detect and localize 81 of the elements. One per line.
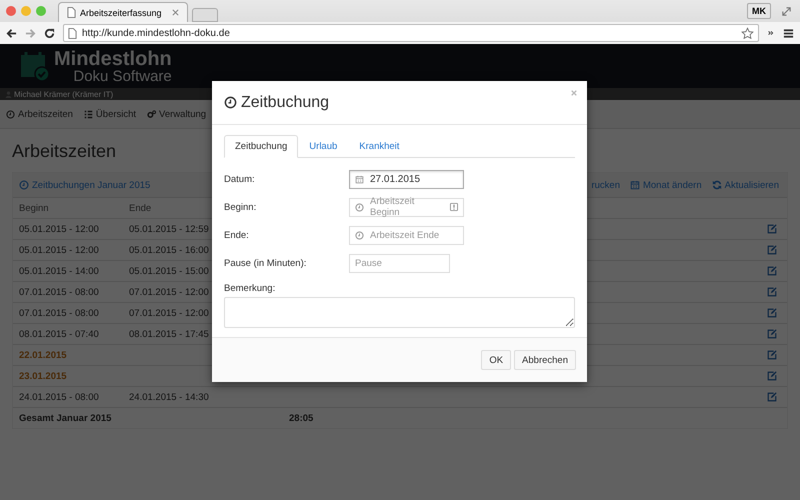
edit-icon[interactable]	[767, 287, 777, 297]
clock-icon	[224, 96, 237, 109]
edit-icon[interactable]	[767, 266, 777, 276]
list-icon	[84, 110, 93, 118]
menu-icon[interactable]	[783, 28, 794, 38]
edit-icon[interactable]	[767, 371, 777, 381]
text-area[interactable]	[224, 297, 575, 328]
field-label: Bemerkung:	[224, 283, 276, 294]
close-icon[interactable]	[571, 90, 577, 96]
table-cell-text: 05.01.2015 - 15:00	[129, 266, 210, 276]
total-value: 28:05	[289, 412, 314, 424]
edit-icon[interactable]	[767, 329, 777, 339]
new-tab-button[interactable]	[192, 8, 218, 22]
forward-icon[interactable]	[25, 28, 36, 38]
star-icon[interactable]	[741, 26, 754, 40]
table-cell-text: 22.01.2015	[19, 350, 68, 360]
time-field[interactable]: Arbeitszeit Ende	[349, 226, 464, 244]
edit-icon[interactable]	[767, 245, 777, 255]
maximize-window-icon[interactable]	[36, 6, 46, 16]
alert-icon	[450, 203, 458, 211]
table-cell-text: 07.01.2015 - 12:00	[129, 308, 210, 318]
edit-icon[interactable]	[767, 224, 777, 234]
tab[interactable]: Krankheit	[348, 135, 410, 158]
calendar-icon	[630, 180, 640, 190]
table-cell-text: 05.01.2015 - 16:00	[129, 244, 210, 256]
table-cell-text: 05.01.2015 - 12:00	[19, 224, 100, 234]
tab[interactable]: Zeitbuchung	[224, 135, 298, 158]
reload-icon[interactable]	[44, 28, 55, 38]
tab[interactable]: Urlaub	[298, 135, 348, 158]
address-bar[interactable]: http://kunde.mindestlohn-doku.de	[63, 24, 759, 42]
field-label: Datum:	[224, 174, 256, 184]
close-window-icon[interactable]	[6, 6, 16, 16]
browser-tab[interactable]: Arbeitszeiterfassung	[58, 2, 188, 22]
page-icon	[67, 7, 76, 18]
clock-icon	[6, 110, 15, 118]
logo-title: Mindestlohn	[54, 48, 172, 68]
nav-item[interactable]: Verwaltung	[147, 108, 206, 120]
chevron-icon[interactable]	[767, 29, 775, 37]
field-label: Pause (in Minuten):	[224, 258, 308, 268]
table-cell-text: 24.01.2015 - 08:00	[19, 392, 100, 402]
edit-icon[interactable]	[767, 308, 777, 318]
dialog-title: Zeitbuchung	[224, 94, 330, 112]
column-header: Beginn	[19, 202, 50, 214]
clock-icon	[355, 230, 364, 240]
input-field[interactable]: Pause	[349, 254, 450, 272]
edit-icon[interactable]	[767, 350, 777, 360]
field-label: Ende:	[224, 230, 250, 240]
nav-item[interactable]: Übersicht	[84, 108, 136, 120]
clock-icon	[355, 202, 364, 212]
panel-title: Zeitbuchungen Januar 2015	[19, 180, 150, 190]
minimize-window-icon[interactable]	[21, 6, 31, 16]
edit-icon[interactable]	[767, 392, 777, 402]
calendar-icon	[355, 174, 364, 184]
table-cell-text: 07.01.2015 - 08:00	[19, 308, 100, 318]
table-cell-text: 08.01.2015 - 17:45	[129, 328, 210, 340]
table-cell-text: 08.01.2015 - 07:40	[19, 328, 100, 340]
table-cell-text: 05.01.2015 - 12:59	[129, 224, 210, 234]
gears-icon	[147, 110, 156, 118]
table-cell-text: 05.01.2015 - 14:00	[19, 266, 100, 276]
field-label: Beginn:	[224, 202, 258, 212]
user-name: Michael Krämer (Krämer IT)	[14, 90, 114, 98]
page-title: Arbeitszeiten	[12, 141, 116, 162]
refresh-icon	[712, 180, 722, 190]
page-icon	[68, 28, 77, 38]
table-cell-text: 24.01.2015 - 14:30	[129, 392, 210, 402]
dialog-button[interactable]: OK	[481, 350, 512, 370]
total-label: Gesamt Januar 2015	[19, 412, 112, 424]
dialog-button[interactable]: Abbrechen	[514, 350, 576, 370]
nav-item[interactable]: Arbeitszeiten	[6, 108, 73, 120]
logo-subtitle: Doku Software	[73, 68, 172, 84]
time-field[interactable]: Arbeitszeit Beginn	[349, 198, 464, 216]
table-cell-text: 05.01.2015 - 12:00	[19, 244, 100, 256]
date-field[interactable]: 27.01.2015	[349, 170, 464, 188]
clock-icon	[19, 180, 29, 190]
table-cell-text: 23.01.2015	[19, 370, 68, 382]
fullscreen-icon[interactable]	[781, 6, 792, 16]
back-icon[interactable]	[6, 28, 17, 38]
profile-button[interactable]: MK	[747, 3, 771, 19]
close-icon[interactable]	[172, 9, 179, 16]
calendar-check-icon	[20, 50, 50, 82]
table-cell-text: 07.01.2015 - 08:00	[19, 286, 100, 298]
